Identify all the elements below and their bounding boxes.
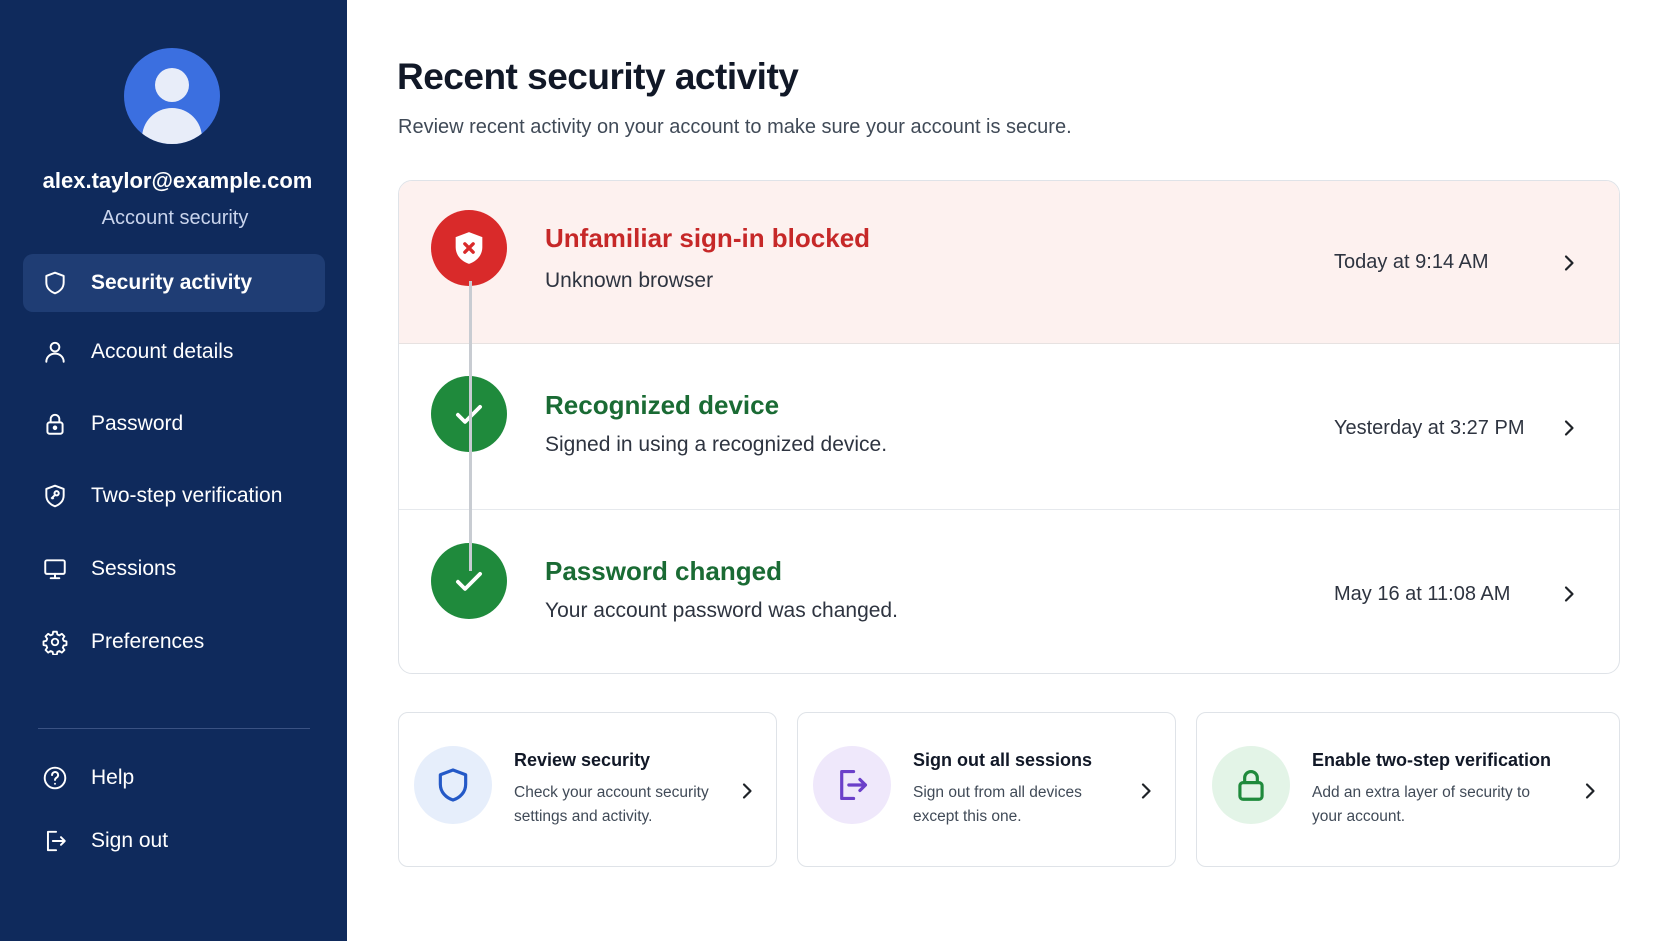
monitor-icon: [41, 555, 69, 583]
person-icon: [41, 338, 69, 366]
sidebar-item-label: Security activity: [91, 271, 253, 294]
gear-icon: [41, 628, 69, 656]
sidebar-item-label: Sessions: [91, 557, 177, 580]
sidebar-item-label: Help: [91, 766, 135, 789]
enable-two-step-verification-card[interactable]: Enable two-step verification Add an extr…: [1196, 712, 1620, 867]
sidebar-item-label: Preferences: [91, 630, 205, 653]
action-title: Enable two-step verification: [1312, 750, 1552, 770]
action-title: Sign out all sessions: [913, 750, 1093, 770]
activity-list: Unfamiliar sign-in blocked Unknown brows…: [398, 180, 1620, 674]
sidebar-item-sessions[interactable]: Sessions: [23, 540, 325, 598]
sidebar-divider: [38, 728, 310, 729]
activity-description: Your account password was changed.: [545, 599, 898, 622]
sidebar-item-help[interactable]: Help: [23, 749, 325, 807]
sidebar-item-label: Two-step verification: [91, 484, 283, 507]
chevron-right-icon: [1141, 783, 1151, 799]
chevron-right-icon: [1585, 783, 1595, 799]
sidebar-item-label: Password: [91, 412, 184, 435]
activity-time: Yesterday at 3:27 PM: [1334, 417, 1525, 439]
chevron-right-icon: [742, 783, 752, 799]
activity-time: May 16 at 11:08 AM: [1334, 583, 1511, 605]
user-email: alex.taylor@example.com: [42, 168, 313, 193]
shield-icon: [41, 269, 69, 297]
sign-out-all-sessions-card[interactable]: Sign out all sessions Sign out from all …: [797, 712, 1176, 867]
activity-row-password-changed[interactable]: Password changed Your account password w…: [399, 510, 1619, 673]
sign-out-icon: [813, 746, 891, 824]
review-security-card[interactable]: Review security Check your account secur…: [398, 712, 777, 867]
action-title: Review security: [514, 750, 651, 770]
shield-x-icon: [431, 210, 507, 286]
avatar: [124, 48, 220, 144]
lock-icon: [1212, 746, 1290, 824]
main-content: Recent security activity Review recent a…: [347, 0, 1672, 941]
timeline-connector: [469, 281, 472, 571]
sidebar-item-label: Account details: [91, 340, 234, 363]
activity-title: Recognized device: [545, 390, 780, 420]
activity-title: Unfamiliar sign-in blocked: [545, 223, 871, 253]
sidebar-item-two-step-verification[interactable]: Two-step verification: [23, 467, 325, 525]
help-circle-icon: [41, 764, 69, 792]
shield-icon: [414, 746, 492, 824]
sign-out-icon: [41, 827, 69, 855]
sidebar-item-preferences[interactable]: Preferences: [23, 613, 325, 671]
activity-description: Unknown browser: [545, 269, 714, 292]
action-description: Check your account security settings and…: [514, 784, 709, 825]
sidebar-item-label: Sign out: [91, 829, 169, 852]
sidebar-item-account-details[interactable]: Account details: [23, 323, 325, 381]
action-description: Sign out from all devices except this on…: [913, 784, 1082, 825]
sidebar-item-password[interactable]: Password: [23, 395, 325, 453]
sidebar: alex.taylor@example.com Account security…: [0, 0, 347, 941]
shield-key-icon: [41, 482, 69, 510]
activity-time: Today at 9:14 AM: [1334, 251, 1489, 273]
chevron-right-icon: [1564, 420, 1574, 436]
lock-icon: [41, 410, 69, 438]
activity-row-recognized-device[interactable]: Recognized device Signed in using a reco…: [399, 344, 1619, 510]
chevron-right-icon: [1564, 586, 1574, 602]
chevron-right-icon: [1564, 255, 1574, 271]
activity-description: Signed in using a recognized device.: [545, 433, 888, 456]
user-subtitle: Account security: [101, 207, 249, 229]
sidebar-item-security-activity[interactable]: Security activity: [23, 254, 325, 312]
page-subtitle: Review recent activity on your account t…: [398, 116, 1072, 138]
action-description: Add an extra layer of security to your a…: [1312, 784, 1530, 825]
sidebar-item-sign-out[interactable]: Sign out: [23, 812, 325, 870]
page-title: Recent security activity: [397, 56, 799, 97]
activity-title: Password changed: [545, 556, 782, 586]
activity-row-unfamiliar-sign-in[interactable]: Unfamiliar sign-in blocked Unknown brows…: [399, 181, 1619, 344]
